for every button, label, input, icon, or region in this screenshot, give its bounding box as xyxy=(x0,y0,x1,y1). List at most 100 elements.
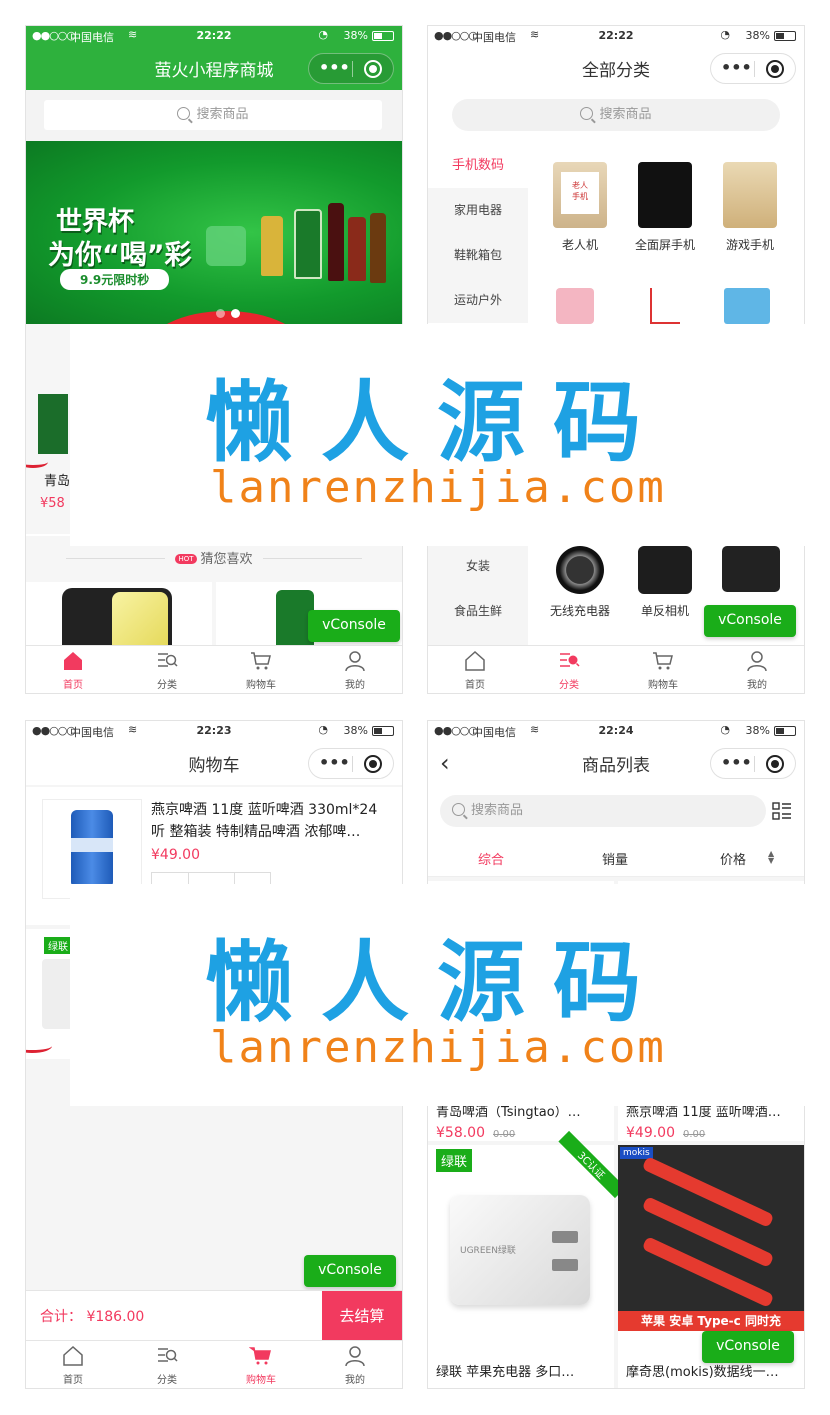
miniprogram-capsule: ••• xyxy=(308,53,394,84)
search-input[interactable]: 搜索商品 xyxy=(452,99,780,131)
category-product[interactable]: 游戏手机 xyxy=(710,162,790,253)
category-sidebar-lower: 女装 食品生鲜 xyxy=(428,544,528,645)
vconsole-button[interactable]: vConsole xyxy=(308,610,400,642)
product-image xyxy=(638,546,692,594)
home-icon xyxy=(63,1345,83,1366)
product-image xyxy=(38,394,68,454)
search-input[interactable]: 搜索商品 xyxy=(440,795,766,827)
tab-label: 首页 xyxy=(63,1375,83,1386)
product-price: ¥49.00 xyxy=(626,1125,675,1141)
product-price: ¥58 xyxy=(40,496,65,511)
category-product[interactable]: 老人 手机 老人机 xyxy=(540,162,620,253)
tab-home[interactable]: 首页 xyxy=(428,646,522,693)
vconsole-button[interactable]: vConsole xyxy=(304,1255,396,1287)
list-view-toggle-icon[interactable] xyxy=(772,801,792,821)
tab-cart[interactable]: 购物车 xyxy=(616,646,710,693)
product-name: 无线充电器 xyxy=(549,604,610,618)
home-icon xyxy=(465,650,485,671)
product-old-price: 0.00 xyxy=(493,1129,516,1140)
product-image xyxy=(638,162,692,228)
phone-screen-tag: 老人 手机 xyxy=(561,172,599,214)
category-item-women[interactable]: 女装 xyxy=(428,544,528,589)
category-item-outdoor[interactable]: 运动户外 xyxy=(428,278,528,323)
category-product[interactable]: 全面屏手机 xyxy=(625,162,705,253)
product-image: 老人 手机 xyxy=(553,162,607,228)
close-miniprogram-icon[interactable] xyxy=(766,755,784,773)
tab-label: 分类 xyxy=(157,680,177,691)
close-miniprogram-icon[interactable] xyxy=(766,60,784,78)
battery-icon xyxy=(372,31,394,41)
tab-profile[interactable]: 我的 xyxy=(308,646,402,693)
usb-port xyxy=(552,1259,578,1271)
product-image[interactable] xyxy=(650,288,680,324)
tab-profile[interactable]: 我的 xyxy=(710,646,804,693)
tab-label: 首页 xyxy=(465,680,485,691)
user-icon xyxy=(747,651,767,672)
checkout-bar: 合计： ¥186.00 去结算 xyxy=(26,1290,402,1341)
product-card-footer[interactable]: 青岛啤酒（Tsingtao）… ¥58.00 0.00 xyxy=(428,1101,614,1141)
guess-label: 猜您喜欢 xyxy=(200,552,253,567)
product-image xyxy=(556,546,604,594)
phone-screen xyxy=(112,592,168,648)
promo-banner[interactable]: 世界杯 为你“喝”彩 9.9元限时秒 xyxy=(26,141,402,324)
pager-dot-active[interactable] xyxy=(231,309,240,318)
product-card[interactable] xyxy=(26,582,212,648)
search-icon xyxy=(580,107,594,120)
product-title: 绿联 苹果充电器 多口… xyxy=(436,1365,575,1380)
tab-cart[interactable]: 购物车 xyxy=(214,646,308,693)
nav-bar: 萤火小程序商城 ••• xyxy=(26,46,402,90)
watermark-url: lanrenzhijia.com xyxy=(210,462,666,513)
vconsole-button[interactable]: vConsole xyxy=(704,605,796,637)
tab-profile[interactable]: 我的 xyxy=(308,1341,402,1388)
product-price: ¥58.00 xyxy=(436,1125,485,1141)
tab-home[interactable]: 首页 xyxy=(26,1341,120,1388)
close-miniprogram-icon[interactable] xyxy=(364,755,382,773)
can-label-band xyxy=(71,838,113,852)
more-icon[interactable]: ••• xyxy=(721,58,752,77)
banner-promo-tag: 9.9元限时秒 xyxy=(60,269,170,290)
watermark-title: 懒人源码 xyxy=(205,931,670,1034)
category-product[interactable]: 无线充电器 xyxy=(540,546,620,619)
category-product[interactable]: 单反相机 xyxy=(625,546,705,619)
category-item-food[interactable]: 食品生鲜 xyxy=(428,589,528,634)
tab-home[interactable]: 首页 xyxy=(26,646,120,693)
category-icon xyxy=(158,653,178,667)
product-card-footer[interactable]: 燕京啤酒 11度 蓝听啤酒… ¥49.00 0.00 xyxy=(618,1101,804,1141)
tab-category[interactable]: 分类 xyxy=(120,1341,214,1388)
tab-bar: 首页 分类 购物车 我的 xyxy=(26,645,402,693)
category-item-appliances[interactable]: 家用电器 xyxy=(428,188,528,233)
vconsole-button[interactable]: vConsole xyxy=(702,1331,794,1363)
category-item-bags[interactable]: 鞋靴箱包 xyxy=(428,233,528,278)
product-image[interactable] xyxy=(724,288,770,324)
product-image[interactable] xyxy=(556,288,594,324)
more-icon[interactable]: ••• xyxy=(319,753,350,772)
product-card[interactable]: 绿联 3C认证 UGREEN绿联 绿联 苹果充电器 多口… xyxy=(428,1130,626,1388)
nav-bar: 购物车 ••• xyxy=(26,741,402,785)
sort-tab-price[interactable]: 价格 xyxy=(720,849,746,868)
product-old-price: 0.00 xyxy=(683,1129,706,1140)
capsule-divider xyxy=(754,61,755,77)
product-image[interactable] xyxy=(722,546,780,592)
more-icon[interactable]: ••• xyxy=(319,58,350,77)
more-icon[interactable]: ••• xyxy=(721,753,752,772)
cable-image: mokis 苹果 安卓 Type-c 同时充 xyxy=(618,1145,804,1331)
hot-icon: HOT xyxy=(175,554,197,564)
pager-dot[interactable] xyxy=(216,309,225,318)
cart-icon xyxy=(251,652,271,670)
tab-cart[interactable]: 购物车 xyxy=(214,1341,308,1388)
close-miniprogram-icon[interactable] xyxy=(364,60,382,78)
category-item-digital[interactable]: 手机数码 xyxy=(428,143,528,188)
search-input[interactable]: 搜索商品 xyxy=(44,100,382,130)
tab-label: 我的 xyxy=(747,680,767,691)
tab-category[interactable]: 分类 xyxy=(120,646,214,693)
sort-tab-default[interactable]: 综合 xyxy=(478,849,504,868)
search-placeholder: 搜索商品 xyxy=(196,107,249,122)
user-icon xyxy=(345,651,365,672)
tab-category[interactable]: 分类 xyxy=(522,646,616,693)
beer-can-image xyxy=(71,810,113,888)
product-name: 全面屏手机 xyxy=(634,238,695,252)
rotation-lock-icon: ◔ xyxy=(318,723,328,736)
checkout-button[interactable]: 去结算 xyxy=(322,1291,402,1341)
tab-bar: 首页 分类 购物车 我的 xyxy=(428,645,804,693)
sort-tab-sales[interactable]: 销量 xyxy=(602,849,628,868)
